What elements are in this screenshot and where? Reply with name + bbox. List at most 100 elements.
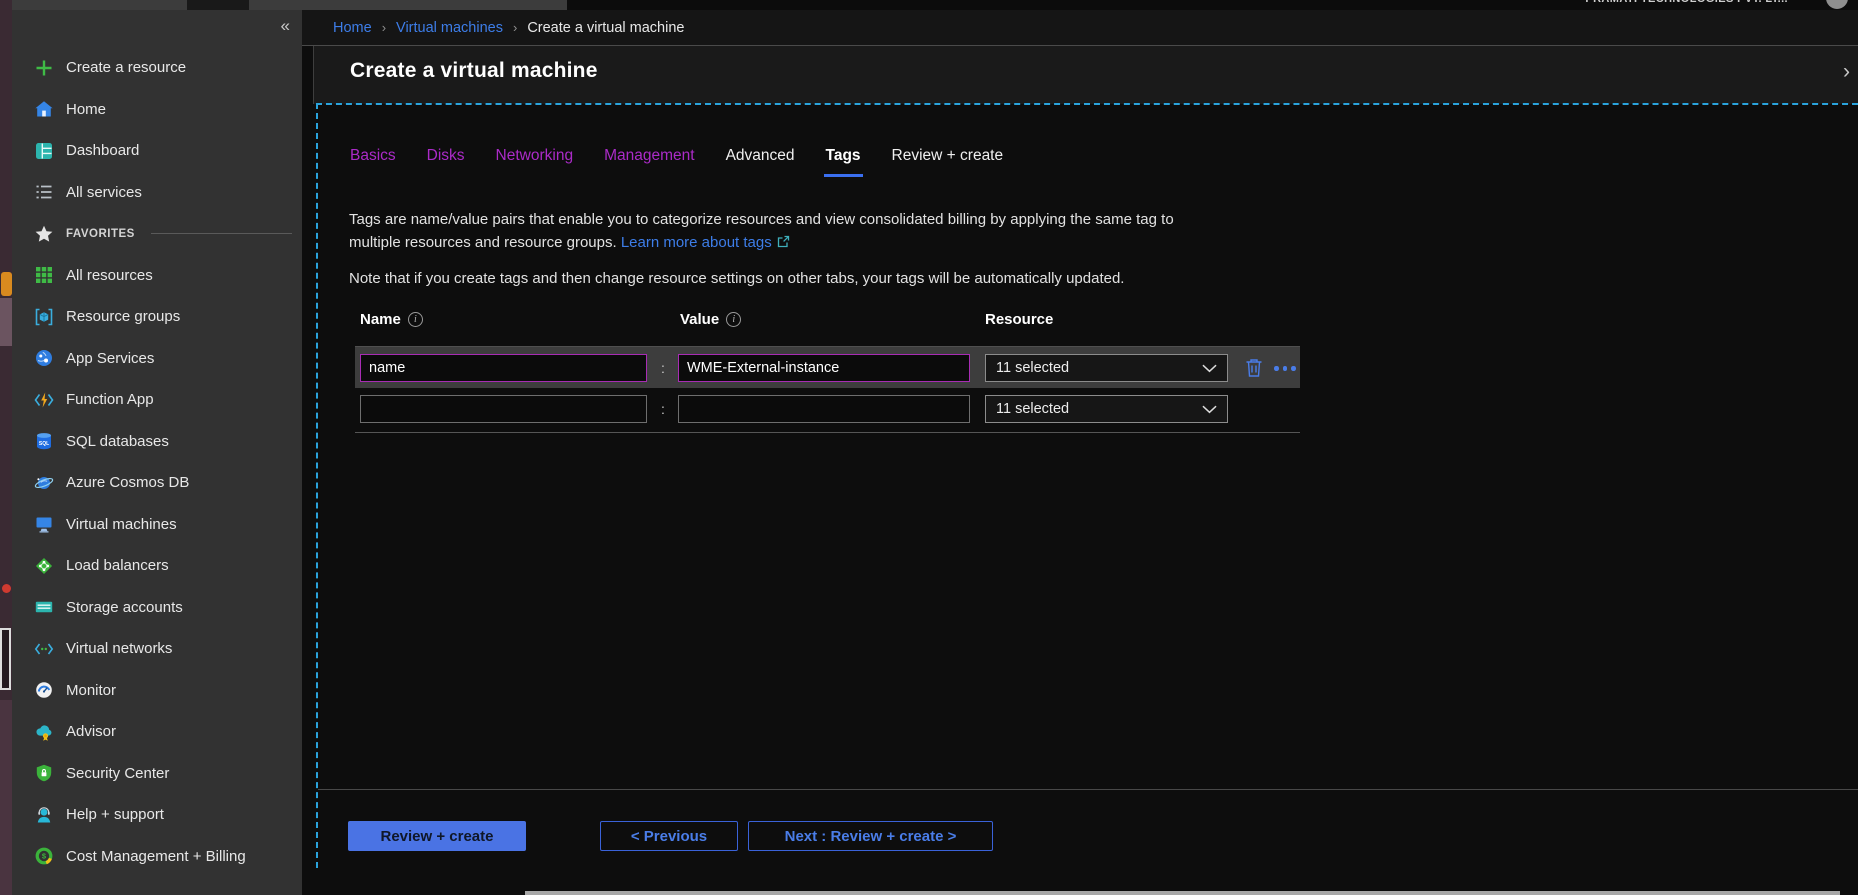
- sidebar-item-label: Monitor: [66, 682, 116, 699]
- plus-icon: [33, 57, 54, 78]
- sidebar-item-label: App Services: [66, 350, 154, 367]
- sidebar-item-create-a-resource[interactable]: Create a resource: [12, 47, 302, 89]
- sidebar-item-resource-groups[interactable]: Resource groups: [12, 296, 302, 338]
- sidebar-item-help-support[interactable]: Help + support: [12, 794, 302, 836]
- dock-strip-lower: [0, 700, 12, 895]
- top-bar: PRAMATI TECHNOLOGIES PVT. LT...: [12, 0, 1858, 10]
- cosmos-db-icon: [33, 472, 54, 493]
- star-icon: [33, 223, 54, 244]
- sidebar: « Create a resource Home Dashboard All serv…: [12, 10, 302, 895]
- sidebar-item-virtual-networks[interactable]: Virtual networks: [12, 628, 302, 670]
- favorites-divider: [151, 233, 292, 234]
- dock-app-icon: [2, 584, 11, 593]
- tag-name-input[interactable]: [360, 395, 647, 423]
- resource-dropdown-value: 11 selected: [996, 401, 1069, 417]
- sql-databases-icon: SQL: [33, 431, 54, 452]
- tenant-name: PRAMATI TECHNOLOGIES PVT. LT...: [1585, 0, 1788, 5]
- svg-text:SQL: SQL: [38, 441, 48, 447]
- sidebar-item-storage-accounts[interactable]: Storage accounts: [12, 587, 302, 629]
- tab-tags[interactable]: Tags: [824, 147, 863, 177]
- sidebar-item-cost-management-billing[interactable]: $ Cost Management + Billing: [12, 836, 302, 878]
- storage-accounts-icon: [33, 597, 54, 618]
- sidebar-item-monitor[interactable]: Monitor: [12, 670, 302, 712]
- sidebar-item-advisor[interactable]: Advisor: [12, 711, 302, 753]
- avatar[interactable]: [1826, 0, 1848, 9]
- info-icon[interactable]: [408, 312, 423, 327]
- breadcrumb: Home›Virtual machines›Create a virtual m…: [302, 10, 1858, 45]
- description-line2: multiple resources and resource groups.: [349, 234, 617, 251]
- sidebar-item-azure-cosmos-db[interactable]: Azure Cosmos DB: [12, 462, 302, 504]
- sidebar-item-label: Cost Management + Billing: [66, 848, 246, 865]
- sidebar-item-all-services[interactable]: All services: [12, 172, 302, 214]
- sidebar-item-label: Virtual machines: [66, 516, 177, 533]
- svg-text:$: $: [41, 852, 46, 861]
- sidebar-item-sql-databases[interactable]: SQLSQL databases: [12, 421, 302, 463]
- resource-dropdown-value: 11 selected: [996, 360, 1069, 376]
- tab-networking[interactable]: Networking: [494, 147, 576, 177]
- tag-row: : 11 selected: [355, 388, 1300, 432]
- breadcrumb-separator: ›: [382, 20, 386, 35]
- review-create-button[interactable]: Review + create: [348, 821, 526, 851]
- tags-note: Note that if you create tags and then ch…: [349, 270, 1124, 287]
- colon-separator: :: [655, 395, 671, 423]
- sidebar-item-label: All services: [66, 184, 142, 201]
- more-options-icon[interactable]: [1274, 366, 1296, 371]
- panel-expand-icon[interactable]: ›: [1843, 60, 1850, 84]
- sidebar-item-app-services[interactable]: App Services: [12, 338, 302, 380]
- sidebar-item-function-app[interactable]: Function App: [12, 379, 302, 421]
- tag-value-input[interactable]: [678, 354, 970, 382]
- column-header-value: Value: [680, 311, 741, 328]
- sidebar-item-label: Security Center: [66, 765, 169, 782]
- sidebar-item-security-center[interactable]: Security Center: [12, 753, 302, 795]
- tab-advanced[interactable]: Advanced: [724, 147, 797, 177]
- load-balancers-icon: [33, 555, 54, 576]
- wizard-tabs: Basics Disks Networking Management Advanced T…: [348, 147, 1005, 177]
- chevron-down-icon: [1202, 405, 1217, 414]
- sidebar-collapse-icon[interactable]: «: [281, 16, 290, 36]
- grid-icon: [33, 265, 54, 286]
- tab-management[interactable]: Management: [602, 147, 696, 177]
- resource-groups-icon: [33, 306, 54, 327]
- home-icon: [33, 99, 54, 120]
- tab-review-create[interactable]: Review + create: [890, 147, 1006, 177]
- dock-app-icon: [1, 272, 12, 296]
- sidebar-item-home[interactable]: Home: [12, 89, 302, 131]
- delete-tag-icon[interactable]: [1245, 357, 1265, 379]
- learn-more-link[interactable]: Learn more about tags: [621, 234, 772, 251]
- sidebar-item-label: Function App: [66, 391, 154, 408]
- sidebar-item-label: Azure Cosmos DB: [66, 474, 189, 491]
- breadcrumb-virtual-machines[interactable]: Virtual machines: [396, 20, 503, 36]
- sidebar-item-label: Home: [66, 101, 106, 118]
- previous-button[interactable]: < Previous: [600, 821, 738, 851]
- sidebar-item-label: Advisor: [66, 723, 116, 740]
- content-area: Home › Virtual machines › Create a virtual m…: [302, 10, 1858, 895]
- sidebar-item-virtual-machines[interactable]: Virtual machines: [12, 504, 302, 546]
- page-title: Create a virtual machine: [350, 59, 598, 83]
- sidebar-item-dashboard[interactable]: Dashboard: [12, 130, 302, 172]
- app-services-icon: [33, 348, 54, 369]
- sidebar-item-load-balancers[interactable]: Load balancers: [12, 545, 302, 587]
- tab-basics[interactable]: Basics: [348, 147, 398, 177]
- resource-dropdown[interactable]: 11 selected: [985, 395, 1228, 423]
- os-dock-strip: [0, 0, 12, 895]
- sidebar-item-label: Storage accounts: [66, 599, 183, 616]
- sidebar-item-label: All resources: [66, 267, 153, 284]
- cost-billing-icon: $: [33, 846, 54, 867]
- advisor-icon: [33, 721, 54, 742]
- next-button[interactable]: Next : Review + create >: [748, 821, 993, 851]
- info-icon[interactable]: [726, 312, 741, 327]
- column-header-resource: Resource: [985, 311, 1053, 328]
- azure-portal-screen: PRAMATI TECHNOLOGIES PVT. LT... « Create…: [0, 0, 1858, 895]
- tag-name-input[interactable]: [360, 354, 647, 382]
- help-support-icon: [33, 804, 54, 825]
- breadcrumb-home[interactable]: Home: [333, 20, 372, 36]
- tab-disks[interactable]: Disks: [425, 147, 467, 177]
- table-bottom-border: [355, 432, 1300, 433]
- monitor-icon: [33, 680, 54, 701]
- sidebar-item-all-resources[interactable]: All resources: [12, 255, 302, 297]
- security-center-icon: [33, 763, 54, 784]
- resource-dropdown[interactable]: 11 selected: [985, 354, 1228, 382]
- tag-value-input[interactable]: [678, 395, 970, 423]
- tags-tab-panel: Basics Disks Networking Management Advanced T…: [318, 105, 1858, 895]
- breadcrumb-create-a-virtual-machine: Create a virtual machine: [527, 20, 684, 36]
